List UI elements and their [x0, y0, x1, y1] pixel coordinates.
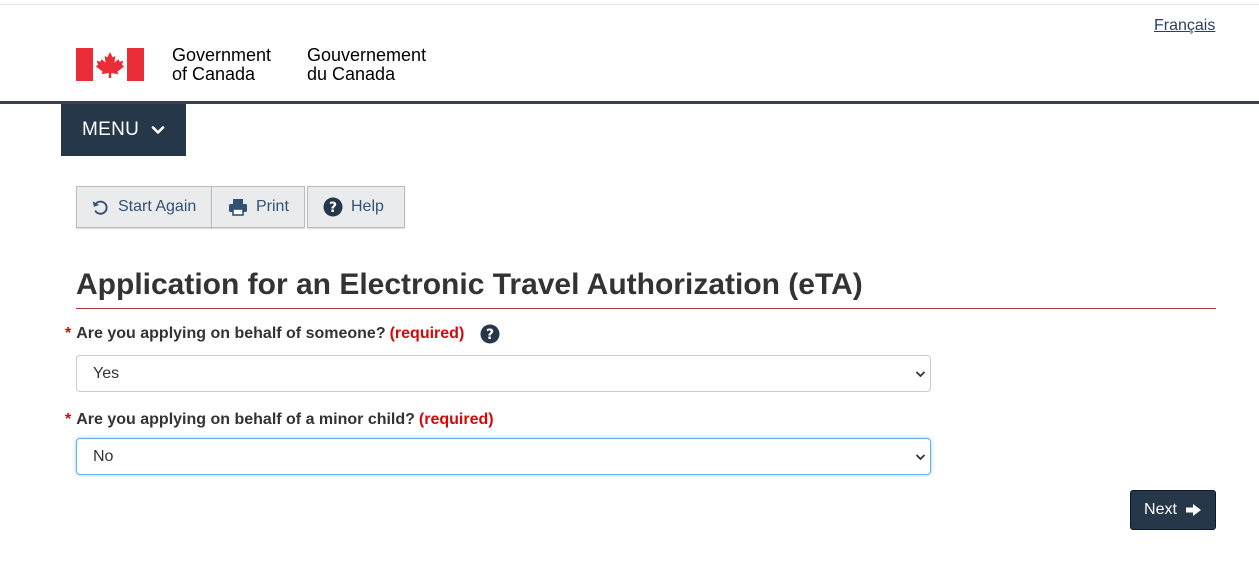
behalf-minor-select[interactable]: No: [76, 438, 931, 475]
printer-icon: [229, 199, 247, 216]
menu-label: MENU: [82, 119, 140, 140]
behalf-someone-select[interactable]: Yes: [76, 355, 931, 392]
arrow-right-icon: [1185, 504, 1201, 516]
required-indicator: (required): [389, 325, 465, 342]
next-button[interactable]: Next: [1130, 490, 1216, 530]
header-divider: [0, 101, 1259, 104]
title-underline: [76, 308, 1216, 309]
canada-flag-icon[interactable]: [76, 48, 144, 81]
chevron-down-icon: [151, 126, 165, 134]
question-circle-icon: ?: [323, 197, 343, 217]
menu-button[interactable]: MENU: [61, 104, 186, 156]
svg-text:?: ?: [329, 200, 337, 216]
refresh-icon: [92, 200, 108, 215]
chevron-down-icon: [915, 454, 926, 461]
question-label: Are you applying on behalf of a minor ch…: [76, 411, 415, 428]
government-signature-en[interactable]: Government of Canada: [172, 46, 271, 84]
signature-fr-line-2: du Canada: [307, 64, 396, 84]
select-value: Yes: [93, 364, 120, 382]
question-label: Are you applying on behalf of someone?: [76, 325, 386, 342]
next-label: Next: [1144, 501, 1177, 518]
signature-fr-line-1: Gouvernement: [307, 45, 427, 65]
language-toggle-link[interactable]: Français: [1154, 17, 1215, 35]
help-button[interactable]: ? Help: [307, 186, 405, 228]
question-behalf-minor: * Are you applying on behalf of a minor …: [65, 411, 494, 429]
page-title: Application for an Electronic Travel Aut…: [76, 268, 863, 301]
signature-en-line-1: Government: [172, 45, 272, 65]
required-indicator: (required): [418, 411, 494, 428]
start-again-button[interactable]: Start Again: [76, 186, 212, 228]
chevron-down-icon: [915, 371, 926, 378]
help-label: Help: [351, 198, 384, 215]
action-toolbar: Start Again Print ? Help: [76, 186, 405, 228]
start-again-label: Start Again: [118, 198, 197, 215]
signature-en-line-2: of Canada: [172, 64, 256, 84]
svg-text:?: ?: [486, 327, 494, 343]
government-signature-fr[interactable]: Gouvernement du Canada: [307, 46, 426, 84]
required-asterisk: *: [65, 411, 72, 428]
select-value: No: [93, 447, 114, 465]
print-button[interactable]: Print: [211, 186, 305, 228]
required-asterisk: *: [65, 325, 72, 342]
print-label: Print: [256, 198, 289, 215]
top-border: [0, 4, 1259, 5]
question-help-icon[interactable]: ?: [480, 324, 500, 344]
question-behalf-someone: * Are you applying on behalf of someone?…: [65, 324, 500, 344]
